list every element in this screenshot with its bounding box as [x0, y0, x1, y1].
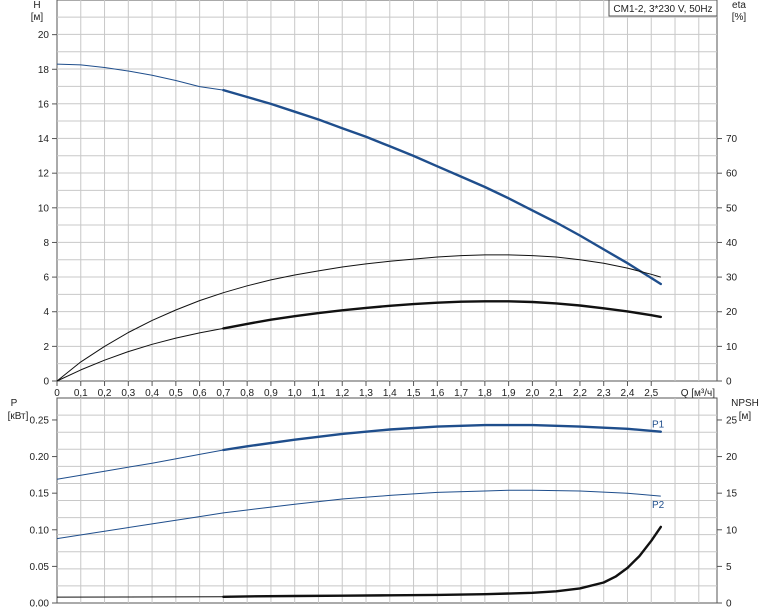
y-left-axis-unit: [м] [31, 12, 44, 23]
y-right-tick-label: 10 [726, 342, 738, 353]
y-left-tick-label: 14 [38, 134, 50, 145]
x-tick-label: 2,3 [597, 388, 611, 399]
x-tick-label: 1,7 [454, 388, 468, 399]
y-left-tick-label: 0.20 [30, 452, 50, 463]
x-tick-label: 2,5 [644, 388, 658, 399]
y-left-tick-label: 16 [38, 99, 50, 110]
y-right-tick-label: 50 [726, 203, 738, 214]
y-left-tick-label: 10 [38, 203, 50, 214]
y-right-tick-label: 10 [726, 525, 738, 536]
y-right-tick-label: 15 [726, 489, 738, 500]
y-left-tick-label: 20 [38, 30, 50, 41]
y-right-tick-label: 20 [726, 307, 738, 318]
y-right-tick-label: 40 [726, 238, 738, 249]
y-right-tick-label: 0 [726, 599, 732, 610]
chart-canvas: 02468101214161820010203040506070H[м]eta[… [0, 0, 774, 611]
x-tick-label: 0,2 [98, 388, 112, 399]
x-tick-label: 0,6 [193, 388, 207, 399]
y-right-axis-unit: [м] [739, 411, 752, 422]
x-tick-label: 1,4 [383, 388, 397, 399]
x-tick-label: 0,1 [74, 388, 88, 399]
y-right-tick-label: 25 [726, 415, 738, 426]
x-tick-label: 1,2 [335, 388, 349, 399]
x-tick-label: 0,4 [145, 388, 159, 399]
y-left-tick-label: 6 [43, 273, 49, 284]
x-tick-label: 2,1 [549, 388, 563, 399]
y-right-axis-unit: [%] [732, 12, 747, 23]
y-right-tick-label: 5 [726, 562, 732, 573]
x-tick-label: 0,3 [121, 388, 135, 399]
y-left-tick-label: 4 [43, 307, 49, 318]
y-left-tick-label: 0.25 [30, 415, 50, 426]
chart-title: CM1-2, 3*230 V, 50Hz [613, 4, 712, 15]
y-left-axis-name: P [11, 398, 18, 409]
series-label-p1: P1 [652, 420, 665, 431]
y-left-axis-unit: [кВт] [8, 411, 29, 422]
y-right-axis-name: NPSH [731, 398, 759, 409]
y-right-axis-name: eta [732, 0, 746, 11]
x-tick-label: 1,8 [478, 388, 492, 399]
x-tick-label: 1,3 [359, 388, 373, 399]
y-left-tick-label: 12 [38, 169, 50, 180]
x-tick-label: 1,0 [288, 388, 302, 399]
x-tick-label: 2,2 [573, 388, 587, 399]
y-left-tick-label: 2 [43, 342, 49, 353]
y-right-tick-label: 20 [726, 452, 738, 463]
x-tick-label: 1,1 [312, 388, 326, 399]
x-tick-label: 0,5 [169, 388, 183, 399]
x-tick-label: 2,0 [525, 388, 539, 399]
x-tick-label: 1,5 [407, 388, 421, 399]
x-axis-label: Q [м³/ч] [681, 388, 716, 399]
y-right-tick-label: 30 [726, 273, 738, 284]
y-left-tick-label: 0 [43, 377, 49, 388]
x-tick-label: 0 [54, 388, 60, 399]
y-left-tick-label: 0.10 [30, 525, 50, 536]
y-left-tick-label: 0.05 [30, 562, 50, 573]
y-right-tick-label: 0 [726, 377, 732, 388]
x-tick-label: 0,7 [216, 388, 230, 399]
pump-performance-chart: 02468101214161820010203040506070H[м]eta[… [0, 0, 774, 611]
y-right-tick-label: 70 [726, 134, 738, 145]
x-tick-label: 1,6 [430, 388, 444, 399]
y-left-axis-name: H [33, 0, 40, 11]
x-tick-label: 0,8 [240, 388, 254, 399]
y-left-tick-label: 0.00 [30, 599, 50, 610]
x-tick-label: 1,9 [502, 388, 516, 399]
x-tick-label: 0,9 [264, 388, 278, 399]
y-left-tick-label: 8 [43, 238, 49, 249]
y-left-tick-label: 18 [38, 65, 50, 76]
y-right-tick-label: 60 [726, 169, 738, 180]
x-tick-label: 2,4 [621, 388, 635, 399]
y-left-tick-label: 0.15 [30, 489, 50, 500]
series-label-p2: P2 [652, 500, 665, 511]
